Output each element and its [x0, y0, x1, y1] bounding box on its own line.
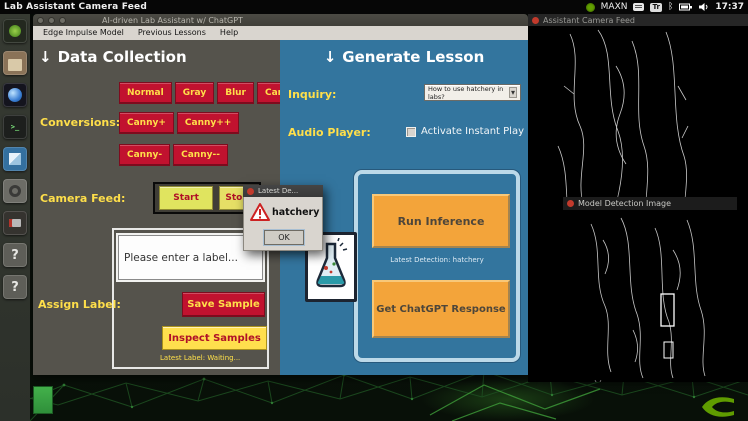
dock-settings-icon[interactable] [3, 179, 27, 203]
save-sample-button[interactable]: Save Sample [182, 292, 265, 317]
gpu-status-icon[interactable] [585, 2, 595, 12]
nvidia-logo-icon [702, 397, 734, 417]
canny-minus-button[interactable]: Canny- [119, 144, 171, 166]
dock-office-icon[interactable] [3, 147, 27, 171]
window-minimize-icon[interactable] [48, 16, 55, 24]
top-system-bar: Lab Assistant Camera Feed MAXN Tr ᛒ 17:3… [0, 0, 748, 14]
bluetooth-icon[interactable]: ᛒ [668, 2, 673, 12]
dropdown-arrow-icon: ▾ [508, 87, 517, 98]
camera-window-titlebar[interactable]: Assistant Camera Feed [528, 14, 748, 26]
model-detection-image [590, 217, 706, 379]
detection-window-icon [567, 200, 574, 207]
dock-files-icon[interactable] [3, 51, 27, 75]
dialog-window-icon [247, 187, 254, 195]
instant-play-checkbox[interactable] [406, 126, 416, 137]
gray-button[interactable]: Gray [174, 82, 215, 104]
audio-player-label: Audio Player: [288, 126, 371, 139]
down-arrow-icon: ↓ [39, 48, 52, 66]
blur-button[interactable]: Blur [217, 82, 254, 104]
dock-terminal-icon[interactable]: >_ [3, 115, 27, 139]
camera-window-title: Assistant Camera Feed [543, 15, 636, 25]
run-inference-button[interactable]: Run Inference [372, 194, 510, 248]
dock-dashboard-icon[interactable] [3, 19, 27, 43]
canny-plus-plus-button[interactable]: Canny++ [176, 112, 240, 134]
battery-icon[interactable] [679, 3, 693, 11]
start-button[interactable]: Start [159, 186, 214, 210]
dialog-message: hatchery [272, 207, 320, 218]
keyboard-layout-badge[interactable]: Tr [650, 2, 662, 12]
conversion-row-2: Canny+ Canny++ [119, 112, 240, 134]
dock-unknown-app-icon[interactable]: ? [3, 243, 27, 267]
conversion-row-3: Canny- Canny-- [119, 144, 228, 166]
keyboard-icon[interactable] [633, 3, 645, 11]
window-titlebar[interactable]: AI-driven Lab Assistant w/ ChatGPT [33, 14, 528, 26]
model-detection-window: Model Detection Image [563, 197, 737, 380]
active-window-title: Lab Assistant Camera Feed [4, 2, 147, 12]
conversion-row-1: Normal Gray Blur Canny [119, 82, 305, 104]
assign-label: Assign Label: [38, 298, 121, 311]
gpu-mode-label: MAXN [600, 2, 628, 12]
camera-window-icon [532, 16, 539, 24]
dock-unknown-app-icon[interactable]: ? [3, 275, 27, 299]
menu-previous-lessons[interactable]: Previous Lessons [132, 26, 212, 40]
canny-plus-button[interactable]: Canny+ [119, 112, 174, 134]
get-chatgpt-response-button[interactable]: Get ChatGPT Response [372, 280, 510, 338]
launcher-dock: >_ ? ? [0, 14, 30, 421]
ok-button[interactable]: OK [264, 230, 304, 245]
dialog-title: Latest De... [258, 187, 299, 195]
camera-feed-label: Camera Feed: [40, 192, 126, 205]
instant-play-label: Activate Instant Play [421, 126, 524, 137]
latest-label-status: Latest Label: Waiting... [160, 354, 241, 362]
dialog-body: hatchery OK [243, 197, 323, 251]
down-arrow-icon: ↓ [323, 48, 337, 66]
normal-button[interactable]: Normal [119, 82, 172, 104]
desktop: Lab Assistant Camera Feed MAXN Tr ᛒ 17:3… [0, 0, 748, 421]
clock[interactable]: 17:37 [715, 2, 744, 12]
inference-frame: Run Inference Latest Detection: hatchery… [354, 170, 520, 362]
menu-help[interactable]: Help [214, 26, 244, 40]
menu-bar: Edge Impulse Model Previous Lessons Help [33, 26, 528, 40]
green-app-tile[interactable] [33, 386, 53, 414]
latest-detection-status: Latest Detection: hatchery [390, 256, 484, 264]
inquiry-label: Inquiry: [288, 88, 337, 101]
generate-lesson-heading: ↓ Generate Lesson [323, 48, 485, 66]
window-maximize-icon[interactable] [59, 16, 66, 24]
latest-detection-dialog: Latest De... hatchery OK [243, 185, 323, 251]
detection-window-title: Model Detection Image [578, 199, 672, 208]
conversions-label: Conversions: [40, 116, 121, 129]
instant-play-option: Activate Instant Play [406, 126, 524, 137]
inquiry-selected-value: How to use hatchery in labs? [428, 84, 504, 101]
data-collection-heading: ↓ Data Collection [39, 48, 187, 66]
window-close-icon[interactable] [37, 16, 44, 24]
detection-window-titlebar[interactable]: Model Detection Image [563, 197, 737, 210]
dialog-titlebar[interactable]: Latest De... [243, 185, 323, 197]
menu-edge-impulse-model[interactable]: Edge Impulse Model [37, 26, 130, 40]
inquiry-dropdown[interactable]: How to use hatchery in labs? ▾ [424, 84, 521, 101]
canny-minus-minus-button[interactable]: Canny-- [173, 144, 228, 166]
system-tray: MAXN Tr ᛒ 17:37 [585, 2, 744, 12]
window-title: AI-driven Lab Assistant w/ ChatGPT [102, 15, 243, 25]
warning-icon [250, 203, 270, 221]
label-input[interactable] [118, 235, 263, 280]
inspect-samples-button[interactable]: Inspect Samples [162, 326, 267, 350]
volume-icon[interactable] [698, 2, 709, 12]
dock-media-icon[interactable] [3, 211, 27, 235]
dock-browser-icon[interactable] [3, 83, 27, 107]
